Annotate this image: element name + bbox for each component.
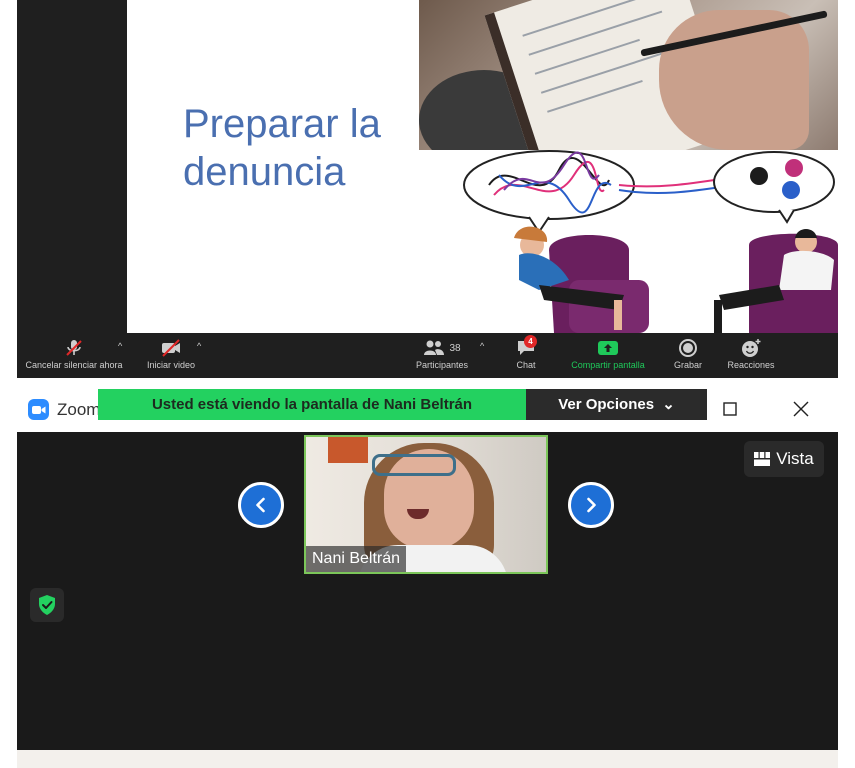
share-screen-label: Compartir pantalla	[571, 360, 645, 370]
chevron-down-icon: ⌄	[662, 396, 675, 413]
participants-button[interactable]: 38 Participantes	[407, 337, 477, 375]
maximize-button[interactable]	[715, 396, 745, 422]
participants-count: 38	[449, 342, 461, 354]
close-button[interactable]	[786, 396, 816, 422]
video-off-icon	[162, 339, 180, 357]
start-video-button[interactable]: Iniciar video	[141, 337, 201, 375]
close-icon	[793, 401, 809, 417]
participant-name-label: Nani Beltrán	[306, 546, 407, 572]
record-button[interactable]: Grabar	[668, 337, 708, 375]
participants-label: Participantes	[415, 360, 469, 370]
reactions-icon	[742, 339, 761, 357]
reactions-button[interactable]: Reacciones	[723, 337, 779, 375]
maximize-icon	[723, 402, 737, 416]
security-button[interactable]	[30, 588, 64, 622]
meeting-toolbar: Cancelar silenciar ahora ^ Iniciar video…	[17, 333, 838, 378]
zoom-app-title: Zoom	[57, 400, 101, 419]
mute-options-caret[interactable]: ^	[118, 341, 122, 351]
previous-page-button[interactable]	[238, 482, 284, 528]
record-label: Grabar	[673, 360, 702, 370]
security-shield-icon	[39, 595, 55, 615]
chevron-right-icon	[587, 497, 596, 513]
view-options-button[interactable]: Ver Opciones ⌄	[526, 389, 707, 420]
share-notice-banner: Usted está viendo la pantalla de Nani Be…	[98, 389, 526, 420]
chat-button[interactable]: 4 Chat	[511, 335, 541, 375]
zoom-window: Zoom Usted está viendo la pantalla de Na…	[17, 386, 838, 750]
chat-unread-badge: 4	[524, 335, 537, 348]
view-options-label: Ver Opciones	[558, 396, 655, 413]
presentation-slide: Preparar la denuncia	[127, 0, 838, 333]
chat-label: Chat	[516, 360, 536, 370]
grid-view-icon	[754, 452, 771, 466]
view-layout-button[interactable]: Vista	[744, 441, 824, 477]
slide-photo-writing	[419, 0, 838, 150]
share-screen-icon	[598, 341, 618, 355]
microphone-muted-icon	[66, 340, 82, 356]
chevron-left-icon	[256, 497, 265, 513]
share-screen-button[interactable]: Compartir pantalla	[563, 337, 653, 375]
mute-button[interactable]: Cancelar silenciar ahora	[19, 337, 129, 375]
desktop-strip	[17, 750, 838, 768]
slide-title: Preparar la denuncia	[183, 102, 381, 194]
reactions-label: Reacciones	[727, 360, 775, 370]
mute-label: Cancelar silenciar ahora	[25, 360, 123, 370]
view-layout-label: Vista	[776, 449, 814, 468]
next-page-button[interactable]	[568, 482, 614, 528]
video-label: Iniciar video	[146, 360, 196, 370]
shared-screen-window: Preparar la denuncia Cancelar silenciar …	[17, 0, 838, 378]
screenshot-root: Preparar la denuncia Cancelar silenciar …	[0, 0, 855, 768]
zoom-titlebar: Zoom Usted está viendo la pantalla de Na…	[17, 386, 838, 432]
zoom-logo-icon	[28, 399, 49, 420]
zoom-video-area: Nani Beltrán Vista	[17, 432, 838, 750]
video-options-caret[interactable]: ^	[197, 341, 201, 351]
participant-video-tile[interactable]: Nani Beltrán	[304, 435, 548, 574]
record-icon	[679, 339, 697, 357]
slide-illustration-therapy	[463, 150, 838, 333]
participants-options-caret[interactable]: ^	[480, 341, 484, 351]
participants-icon	[424, 340, 445, 355]
